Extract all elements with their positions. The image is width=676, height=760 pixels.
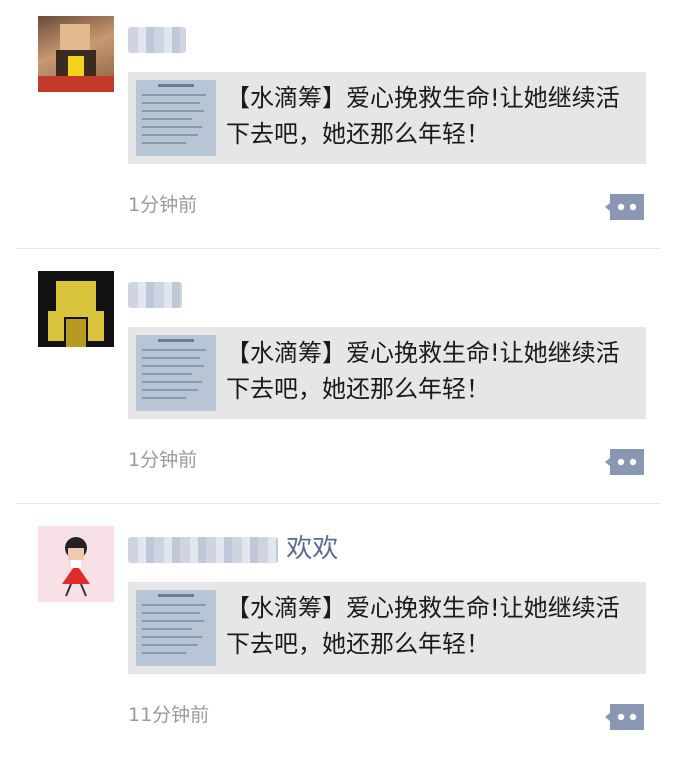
author-name-text: 欢欢 xyxy=(286,534,339,564)
blurred-name xyxy=(128,281,182,308)
author-name[interactable] xyxy=(128,277,182,311)
document-thumbnail-icon xyxy=(136,335,216,411)
post-divider xyxy=(16,248,660,249)
post-time: 1分钟前 xyxy=(128,449,198,471)
link-card-title: 【水滴筹】爱心挽救生命!让她继续活下去吧，她还那么年轻！ xyxy=(226,339,620,403)
moments-feed: 【水滴筹】爱心挽救生命!让她继续活下去吧，她还那么年轻！ 1分钟前 【水滴筹】爱… xyxy=(0,0,676,743)
shared-link-card[interactable]: 【水滴筹】爱心挽救生命!让她继续活下去吧，她还那么年轻！ xyxy=(128,327,646,419)
document-thumbnail-icon xyxy=(136,80,216,156)
avatar[interactable] xyxy=(38,526,114,602)
comment-dots-icon xyxy=(605,449,644,475)
moment-post: 欢欢 【水滴筹】爱心挽救生命!让她继续活下去吧，她还那么年轻！ 11分钟前 xyxy=(0,510,676,760)
shared-link-card[interactable]: 【水滴筹】爱心挽救生命!让她继续活下去吧，她还那么年轻！ xyxy=(128,582,646,674)
post-time: 11分钟前 xyxy=(128,704,210,726)
avatar[interactable] xyxy=(38,16,114,92)
comment-dots-icon xyxy=(605,194,644,220)
post-divider xyxy=(16,503,660,504)
comment-button[interactable] xyxy=(604,702,646,732)
author-name[interactable] xyxy=(128,22,186,56)
link-card-title: 【水滴筹】爱心挽救生命!让她继续活下去吧，她还那么年轻！ xyxy=(226,594,620,658)
link-card-title: 【水滴筹】爱心挽救生命!让她继续活下去吧，她还那么年轻！ xyxy=(226,84,620,148)
avatar[interactable] xyxy=(38,271,114,347)
shared-link-card[interactable]: 【水滴筹】爱心挽救生命!让她继续活下去吧，她还那么年轻！ xyxy=(128,72,646,164)
comment-dots-icon xyxy=(605,704,644,730)
comment-button[interactable] xyxy=(604,447,646,477)
cartoon-girl-avatar xyxy=(38,526,114,602)
blurred-name xyxy=(128,536,278,563)
post-time: 1分钟前 xyxy=(128,194,198,216)
comment-button[interactable] xyxy=(604,192,646,222)
document-thumbnail-icon xyxy=(136,590,216,666)
moment-post: 【水滴筹】爱心挽救生命!让她继续活下去吧，她还那么年轻！ 1分钟前 xyxy=(0,255,676,505)
moment-post: 【水滴筹】爱心挽救生命!让她继续活下去吧，她还那么年轻！ 1分钟前 xyxy=(0,0,676,250)
blurred-name xyxy=(128,26,186,53)
author-name[interactable]: 欢欢 xyxy=(128,532,338,566)
